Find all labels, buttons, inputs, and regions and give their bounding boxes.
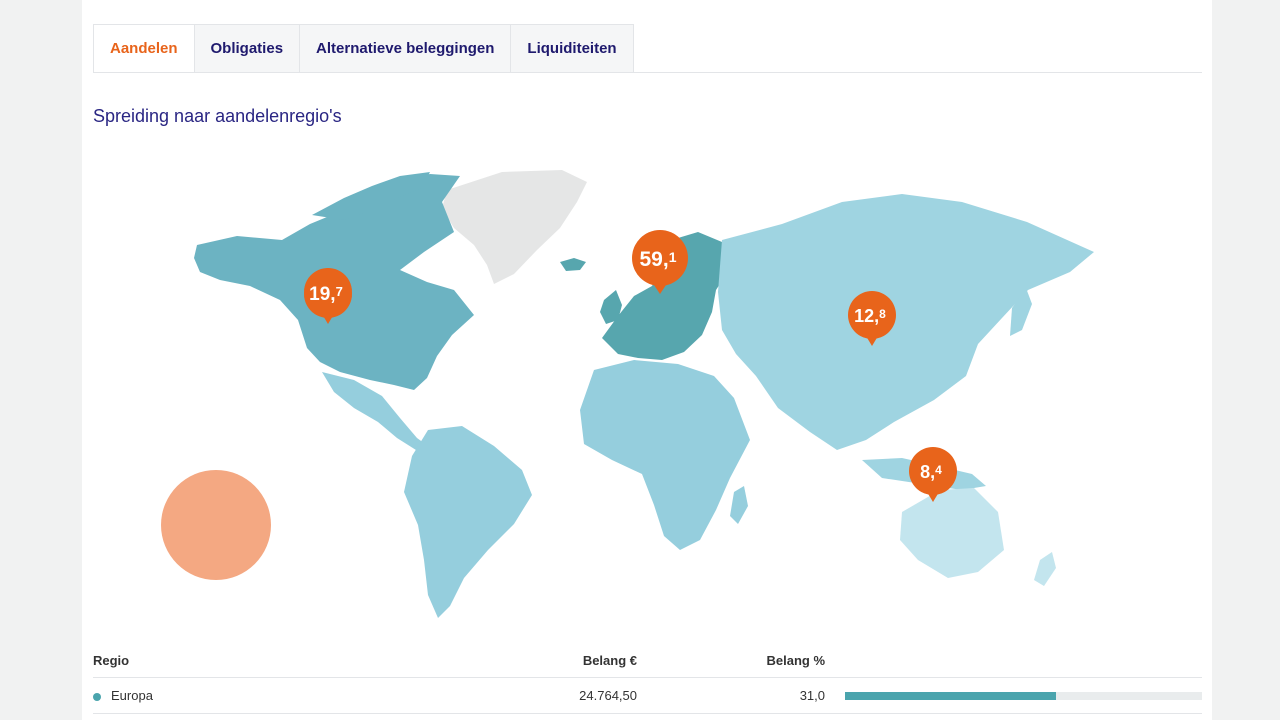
map-region-oceania[interactable]	[900, 488, 1004, 578]
row-regio: Europa	[93, 688, 153, 703]
region-table: Regio Belang € Belang % Europa 24.764,50…	[93, 644, 1202, 714]
map-region-africa[interactable]	[580, 360, 750, 550]
region-dot-icon	[93, 692, 101, 701]
header-regio[interactable]: Regio	[93, 653, 129, 668]
asset-class-tabs: Aandelen Obligaties Alternatieve beleggi…	[93, 24, 634, 73]
section-title: Spreiding naar aandelenregio's	[93, 106, 342, 126]
map-region-iceland	[560, 258, 586, 271]
row-regio-label: Europa	[111, 688, 153, 703]
portfolio-card: Aandelen Obligaties Alternatieve beleggi…	[82, 0, 1212, 720]
highlight-circle	[161, 470, 271, 580]
map-region-new-zealand	[1034, 552, 1056, 586]
share-bar	[845, 691, 1202, 700]
map-region-asia[interactable]	[718, 194, 1094, 450]
row-belang-eur: 24.764,50	[579, 688, 637, 703]
tab-divider	[93, 72, 1202, 73]
table-row[interactable]: Europa 24.764,50 31,0	[93, 678, 1202, 714]
tab-aandelen[interactable]: Aandelen	[93, 24, 195, 73]
map-region-madagascar	[730, 486, 748, 524]
row-belang-pct: 31,0	[799, 688, 825, 703]
header-belang-pct[interactable]: Belang %	[766, 653, 825, 668]
table-header: Regio Belang € Belang %	[93, 644, 1202, 678]
share-bar-fill	[845, 691, 1056, 700]
tab-liquiditeiten[interactable]: Liquiditeiten	[511, 24, 634, 73]
tab-alternatieve-beleggingen[interactable]: Alternatieve beleggingen	[300, 24, 512, 73]
map-region-south-america[interactable]	[404, 426, 532, 618]
header-belang-eur[interactable]: Belang €	[583, 653, 637, 668]
tab-obligaties[interactable]: Obligaties	[194, 24, 301, 73]
